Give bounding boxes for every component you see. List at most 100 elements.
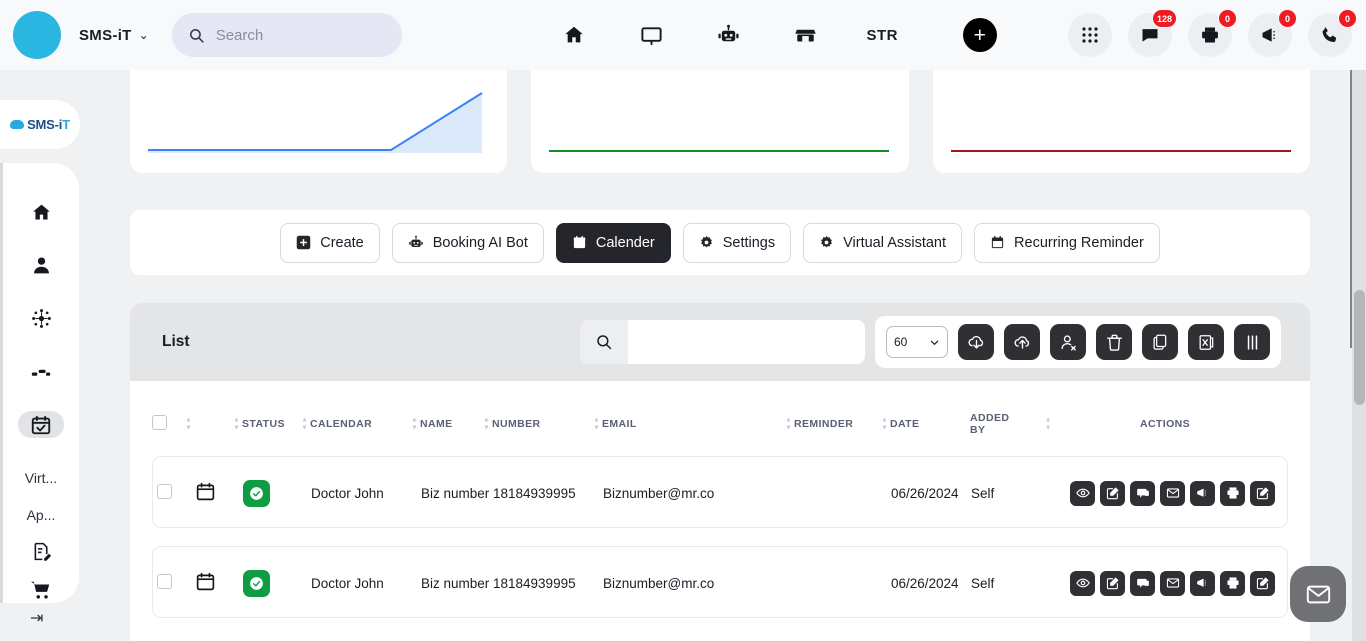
broadcast-button[interactable]	[1190, 480, 1215, 506]
stat-card-red[interactable]: ⌄	[932, 55, 1310, 173]
stat-card-green[interactable]: ⌄	[531, 55, 909, 173]
app-logo[interactable]: SMS-iT	[0, 100, 80, 149]
sidebar-collapse-button[interactable]: ⇥	[30, 608, 43, 628]
sort-arrows-icon[interactable]: ▲ ▼	[411, 417, 418, 432]
nav-robot-icon[interactable]	[690, 13, 767, 57]
th-date[interactable]: ▲ ▼ DATE	[881, 402, 970, 446]
sort-arrows-icon[interactable]: ▲ ▼	[301, 417, 308, 432]
columns-button[interactable]	[1234, 324, 1270, 360]
row-calendar-cell: Doctor John	[311, 575, 384, 591]
apps-grid-button[interactable]	[1068, 13, 1112, 57]
email-button[interactable]	[1160, 570, 1185, 596]
print-button[interactable]	[1220, 570, 1245, 596]
import-button[interactable]	[958, 324, 994, 360]
print-button[interactable]	[1220, 480, 1245, 506]
nav-monitor-icon[interactable]	[613, 13, 690, 57]
tab-virtual-assistant[interactable]: Virtual Assistant	[803, 222, 963, 263]
edit-button[interactable]	[1100, 570, 1125, 596]
main-content: ⌄ ⌄ ⌄	[80, 55, 1352, 641]
messages-button[interactable]: 128	[1128, 9, 1177, 57]
sort-arrows-icon[interactable]: ▲ ▼	[185, 417, 192, 432]
per-page-select[interactable]: 60	[886, 326, 948, 358]
th-calendar[interactable]: ▲ ▼ CALENDAR	[301, 402, 420, 446]
nav-home-icon[interactable]	[536, 13, 613, 57]
sort-arrows-icon[interactable]: ▲ ▼	[233, 417, 240, 432]
chevron-down-icon[interactable]: ⌄	[139, 28, 149, 42]
calls-button[interactable]: 0	[1308, 9, 1357, 57]
nav-store-icon[interactable]	[767, 13, 844, 57]
cloud-icon	[10, 120, 25, 129]
search-icon	[189, 28, 204, 43]
list-toolbar: 60	[875, 316, 1281, 368]
th-added-by[interactable]: ▲ ▼ ADDED BY	[970, 402, 1052, 446]
sort-arrows-icon[interactable]: ▲ ▼	[881, 417, 888, 432]
pipeline-icon	[31, 369, 51, 376]
sort-arrows-icon[interactable]: ▲ ▼	[483, 417, 490, 432]
stat-card-blue[interactable]: ⌄	[130, 55, 508, 173]
sidebar-item-store[interactable]	[18, 576, 64, 603]
row-added-by-cell: Self	[971, 575, 995, 591]
sort-arrows-icon[interactable]: ▲ ▼	[593, 417, 600, 432]
plus-square-icon	[296, 235, 311, 250]
nav-str-label[interactable]: STR	[844, 13, 921, 57]
select-all-checkbox[interactable]	[152, 415, 167, 430]
th-status[interactable]: ▲ ▼ STATUS	[233, 402, 310, 446]
sort-arrows-icon[interactable]: ▲ ▼	[785, 417, 792, 432]
remove-user-button[interactable]	[1050, 324, 1086, 360]
message-button[interactable]	[1130, 570, 1155, 596]
tab-settings[interactable]: Settings	[682, 222, 792, 263]
sidebar-item-network[interactable]	[18, 305, 64, 332]
view-button[interactable]	[1070, 480, 1095, 506]
tab-recurring-reminder[interactable]: Recurring Reminder	[974, 222, 1160, 263]
compose-button[interactable]	[1250, 480, 1275, 506]
th-email[interactable]: ▲ ▼ EMAIL	[593, 402, 794, 446]
check-circle-icon	[250, 576, 263, 590]
row-checkbox[interactable]	[157, 484, 172, 499]
duplicate-button[interactable]	[1142, 324, 1178, 360]
sidebar-item-contacts[interactable]	[18, 252, 64, 279]
email-button[interactable]	[1160, 480, 1185, 506]
excel-export-button[interactable]	[1188, 324, 1224, 360]
list-search[interactable]	[580, 320, 865, 364]
sidebar-item-home[interactable]	[18, 199, 64, 226]
app-root: SMS-iT ⌄ Search STR + 128 0 0 0 SMS-iT V…	[0, 0, 1366, 641]
table-row[interactable]: Doctor John Biz number 18184939995 Biznu…	[152, 456, 1288, 528]
list-search-input[interactable]	[628, 321, 865, 363]
tab-calender[interactable]: Calender	[555, 222, 671, 263]
th-reminder[interactable]: ▲ ▼ REMINDER	[785, 402, 890, 446]
sidebar-item-calendar[interactable]	[18, 411, 64, 439]
brand-avatar[interactable]	[13, 11, 61, 59]
row-date-cell: 06/26/2024	[891, 485, 959, 501]
compose-button[interactable]	[1250, 570, 1275, 596]
campaigns-button[interactable]: 0	[1248, 9, 1297, 57]
row-email-cell: Biznumber@mr.co	[603, 575, 715, 591]
trash-icon	[1106, 334, 1122, 351]
print-queue-button[interactable]: 0	[1188, 9, 1237, 57]
print-badge: 0	[1218, 9, 1237, 28]
sidebar-item-label: Ap...	[26, 507, 56, 524]
message-button[interactable]	[1130, 480, 1155, 506]
sidebar-item-apps[interactable]: Ap...	[18, 502, 64, 529]
th-name[interactable]: ▲ ▼ NAME	[411, 402, 492, 446]
row-checkbox[interactable]	[157, 574, 172, 589]
cloud-download-icon	[968, 335, 983, 349]
add-new-button[interactable]: +	[962, 18, 997, 52]
tab-create[interactable]: Create	[280, 222, 380, 263]
th-number[interactable]: ▲ ▼ NUMBER	[483, 402, 602, 446]
table-row[interactable]: Doctor John Biz number 18184939995 Biznu…	[152, 546, 1288, 618]
sidebar-item-pipeline[interactable]	[18, 358, 64, 385]
export-button[interactable]	[1004, 324, 1040, 360]
scrollbar-thumb[interactable]	[1354, 290, 1365, 405]
top-bar: SMS-iT ⌄ Search STR + 128 0 0 0	[0, 0, 1366, 70]
tab-booking-ai-bot[interactable]: Booking AI Bot	[391, 222, 544, 263]
global-search[interactable]: Search	[171, 13, 402, 57]
delete-button[interactable]	[1096, 324, 1132, 360]
list-panel-header: List 60	[130, 303, 1310, 381]
chat-fab[interactable]	[1290, 566, 1346, 622]
home-icon	[565, 26, 583, 43]
sidebar-item-forms[interactable]	[18, 538, 64, 565]
edit-button[interactable]	[1100, 480, 1125, 506]
broadcast-button[interactable]	[1190, 570, 1215, 596]
sidebar-item-virtual[interactable]: Virt...	[18, 464, 64, 491]
view-button[interactable]	[1070, 570, 1095, 596]
